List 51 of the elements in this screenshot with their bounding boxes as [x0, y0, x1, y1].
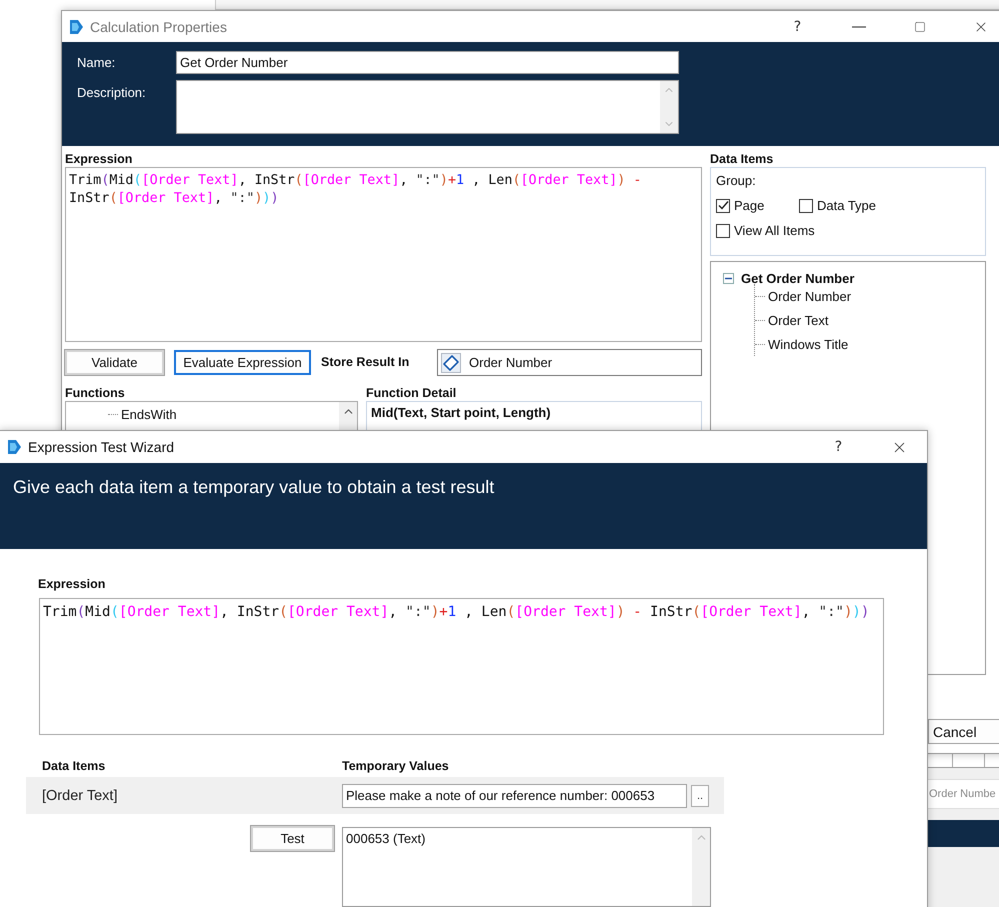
checkbox-label: View All Items	[734, 223, 815, 238]
expression-text: Trim(Mid([Order Text], InStr([Order Text], ":")+1 , Len([Order Text]) - InStr([Order Text], ":")))	[69, 172, 642, 208]
tree-item[interactable]: Order Number	[768, 288, 852, 304]
column-header: Temporary Values	[342, 759, 450, 775]
data-item-name: [Order Text]	[41, 788, 118, 804]
test-button[interactable]: Test	[251, 826, 334, 851]
field-label: Description:	[77, 84, 147, 100]
group-label: Group:	[716, 173, 757, 188]
window-title: Expression Test Wizard	[28, 439, 176, 455]
dialog-button[interactable]: Evaluate Expression	[174, 350, 311, 375]
section-label: Expression	[65, 152, 134, 167]
dialog-button[interactable]: Validate	[65, 350, 164, 375]
column-header: Data Items	[41, 759, 106, 775]
wizard-heading: Give each data item a temporary value to obtain a test result	[13, 477, 494, 497]
expression-editor[interactable]: Trim(Mid([Order Text], InStr([Order Text], ":")+1 , Len([Order Text]) - InStr([Order Text], ":")))	[65, 167, 702, 342]
tree-item[interactable]: Get Order Number	[741, 270, 854, 286]
result-text: 000653 (Text)	[345, 830, 426, 848]
browse-button[interactable]: ..	[691, 784, 709, 806]
maximize-icon	[914, 20, 926, 32]
help-button[interactable]: ?	[811, 431, 866, 463]
checkbox-label: Page	[734, 198, 764, 213]
expression-editor[interactable]: Trim(Mid([Order Text], InStr([Order Text], ":")+1 , Len([Order Text]) - InStr([Order Text], ":")))	[39, 598, 884, 735]
app-logo-icon	[68, 18, 84, 34]
name-field[interactable]: Get Order Number	[176, 51, 679, 74]
section-label: Function Detail	[366, 386, 458, 401]
collapse-icon[interactable]	[723, 272, 734, 284]
temporary-value-field[interactable]: Please make a note of our reference number: 000653	[342, 784, 687, 808]
tree-item[interactable]: Order Text	[768, 312, 828, 328]
field-label: Store Result In	[321, 355, 410, 370]
checkbox[interactable]	[716, 224, 730, 238]
store-result-field[interactable]: Order Number	[437, 349, 702, 376]
expression-text: Trim(Mid([Order Text], InStr([Order Text], ":")+1 , Len([Order Text]) - InStr([Order Text], ":")))	[43, 603, 870, 621]
checkbox-label: Data Type	[817, 198, 876, 213]
function-signature: Mid(Text, Start point, Length)	[371, 405, 551, 420]
function-item[interactable]: EndsWith	[121, 406, 177, 422]
description-field[interactable]	[176, 80, 679, 134]
tag-icon	[441, 352, 461, 372]
section-label: Data Items	[710, 152, 774, 167]
cancel-button[interactable]: Cancel	[928, 719, 999, 744]
app-logo-icon	[6, 439, 22, 455]
section-label: Functions	[65, 386, 126, 401]
minimize-icon	[852, 26, 866, 28]
section-label: Expression	[38, 577, 106, 592]
field-label: Name:	[77, 55, 116, 70]
field-value: Order Number	[469, 355, 552, 370]
window-title: Calculation Properties	[90, 18, 228, 34]
tree-item[interactable]: Windows Title	[768, 336, 848, 352]
help-button[interactable]: ?	[770, 11, 825, 42]
checkbox[interactable]	[799, 198, 813, 212]
checkbox[interactable]	[716, 198, 730, 212]
text-field[interactable]: Order Numbe	[925, 779, 999, 809]
